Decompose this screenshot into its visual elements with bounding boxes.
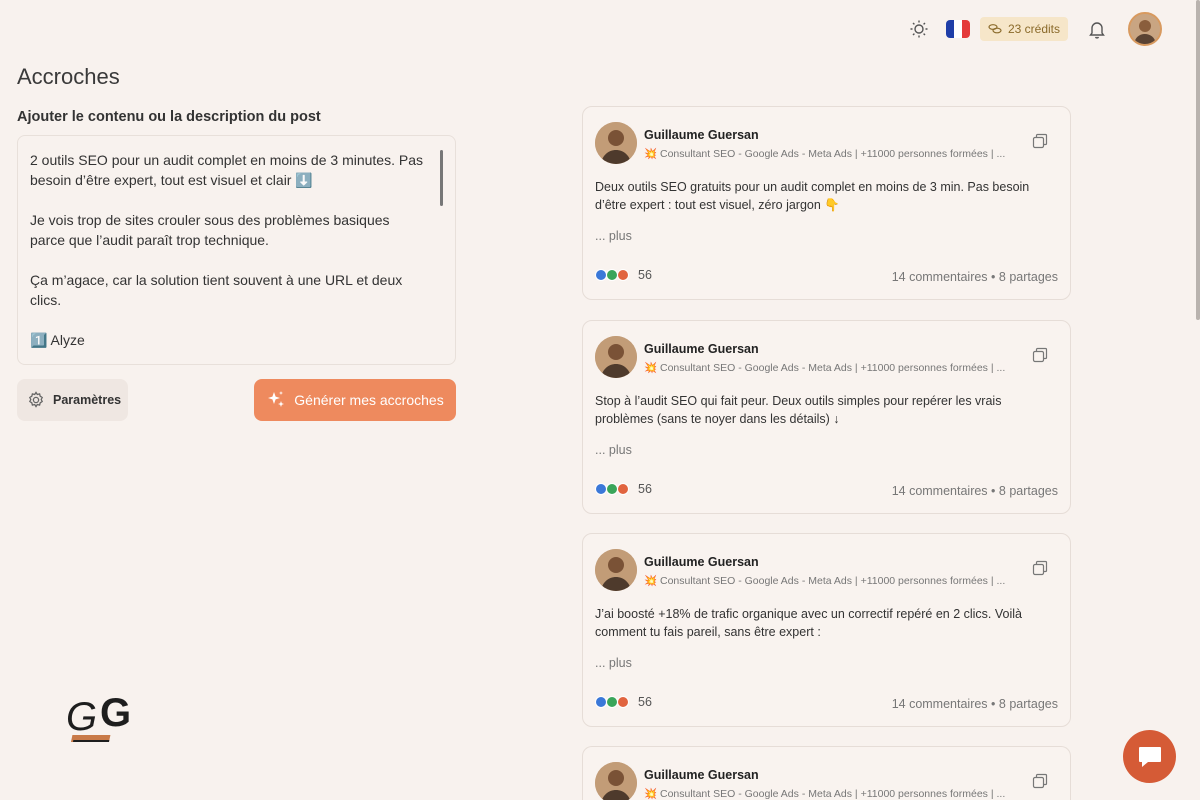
editor-paragraph: Ça m’agace, car la solution tient souven…	[30, 272, 403, 308]
author-name: Guillaume Guersan	[644, 555, 759, 569]
author-name: Guillaume Guersan	[644, 128, 759, 142]
author-name: Guillaume Guersan	[644, 342, 759, 356]
credits-badge[interactable]: 23 crédits	[979, 17, 1068, 41]
generate-button-label: Générer mes accroches	[294, 392, 444, 408]
reactions: 56	[595, 482, 652, 496]
user-avatar[interactable]	[1128, 12, 1162, 46]
editor-paragraph: 2 outils SEO pour un audit complet en mo…	[30, 152, 423, 188]
post-stats: 14 commentaires • 8 partages	[892, 484, 1058, 498]
shares-count: 8 partages	[998, 270, 1058, 284]
post-content-textarea[interactable]: 2 outils SEO pour un audit complet en mo…	[17, 135, 456, 365]
post-card[interactable]: Guillaume Guersan 💥 Consultant SEO - Goo…	[582, 320, 1071, 514]
settings-button[interactable]: Paramètres	[17, 379, 128, 421]
reactions-count: 56	[638, 695, 652, 709]
page-title: Accroches	[17, 64, 120, 89]
page-scrollbar[interactable]	[1196, 0, 1200, 320]
coins-icon	[988, 24, 1002, 34]
svg-text:G: G	[66, 695, 97, 739]
sparkles-icon	[268, 391, 285, 407]
shares-count: 8 partages	[998, 484, 1058, 498]
content-label: Ajouter le contenu ou la description du …	[17, 109, 321, 125]
post-card[interactable]: Guillaume Guersan 💥 Consultant SEO - Goo…	[582, 533, 1071, 727]
credits-label: 23 crédits	[1007, 22, 1060, 36]
editor-scrollbar[interactable]	[440, 150, 443, 206]
copy-icon[interactable]	[1032, 347, 1048, 363]
author-headline: 💥 Consultant SEO - Google Ads - Meta Ads…	[644, 362, 1006, 374]
flag-stripe-blue	[945, 20, 954, 38]
brand-logo: G G	[66, 690, 140, 750]
post-card[interactable]: Guillaume Guersan 💥 Consultant SEO - Goo…	[582, 746, 1071, 800]
copy-icon[interactable]	[1032, 773, 1048, 789]
chat-icon[interactable]	[1123, 730, 1176, 783]
copy-icon[interactable]	[1032, 560, 1048, 576]
reactions-count: 56	[638, 482, 652, 496]
post-card[interactable]: Guillaume Guersan 💥 Consultant SEO - Goo…	[582, 106, 1071, 300]
author-headline: 💥 Consultant SEO - Google Ads - Meta Ads…	[644, 788, 1006, 800]
post-body: J’ai boosté +18% de trafic organique ave…	[595, 607, 1022, 639]
copy-icon[interactable]	[1032, 133, 1048, 149]
comments-count: 14 commentaires	[891, 270, 988, 284]
bell-icon[interactable]	[1080, 12, 1114, 46]
love-reaction-icon	[617, 696, 629, 708]
stats-separator: •	[991, 484, 996, 498]
author-avatar	[595, 122, 637, 164]
stats-separator: •	[991, 270, 996, 284]
reactions-count: 56	[638, 268, 652, 282]
author-avatar	[595, 549, 637, 591]
see-more-link[interactable]: ... plus	[595, 229, 632, 243]
author-avatar	[595, 762, 637, 800]
flag-stripe-white	[953, 20, 962, 38]
author-name: Guillaume Guersan	[644, 768, 759, 782]
post-stats: 14 commentaires • 8 partages	[892, 697, 1058, 711]
settings-button-label: Paramètres	[53, 393, 122, 407]
top-bar: 23 crédits	[902, 12, 1162, 46]
reactions: 56	[595, 695, 652, 709]
reactions: 56	[595, 268, 652, 282]
post-stats: 14 commentaires • 8 partages	[892, 270, 1058, 284]
gear-icon	[28, 391, 44, 408]
generate-hooks-button[interactable]: Générer mes accroches	[254, 379, 456, 421]
theme-toggle-sun-icon[interactable]	[902, 12, 936, 46]
svg-text:G: G	[100, 691, 131, 735]
stats-separator: •	[991, 697, 996, 711]
see-more-link[interactable]: ... plus	[595, 656, 632, 670]
post-body: Stop à l’audit SEO qui fait peur. Deux o…	[595, 394, 1002, 426]
language-flag-icon[interactable]	[945, 20, 970, 38]
love-reaction-icon	[617, 269, 629, 281]
shares-count: 8 partages	[998, 697, 1058, 711]
comments-count: 14 commentaires	[891, 697, 988, 711]
see-more-link[interactable]: ... plus	[595, 443, 632, 457]
author-headline: 💥 Consultant SEO - Google Ads - Meta Ads…	[644, 575, 1006, 587]
editor-paragraph: Je vois trop de sites crouler sous des p…	[30, 212, 390, 248]
editor-paragraph: 1️⃣ Alyze	[30, 332, 85, 348]
comments-count: 14 commentaires	[891, 484, 988, 498]
post-body: Deux outils SEO gratuits pour un audit c…	[595, 180, 1030, 212]
author-headline: 💥 Consultant SEO - Google Ads - Meta Ads…	[644, 148, 1006, 160]
flag-stripe-red	[961, 20, 970, 38]
love-reaction-icon	[617, 483, 629, 495]
author-avatar	[595, 336, 637, 378]
